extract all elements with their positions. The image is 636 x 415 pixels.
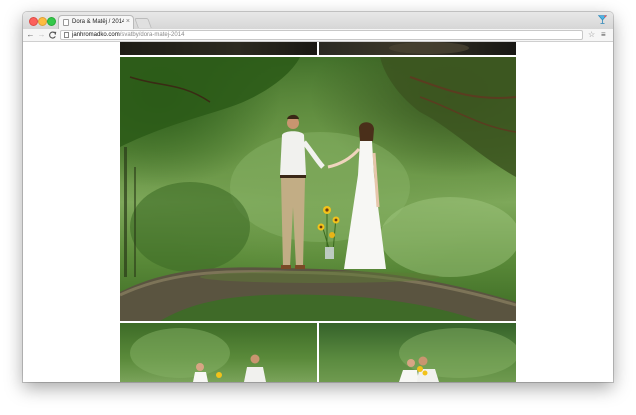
gallery-photo[interactable]	[319, 42, 516, 55]
window-maximize-button[interactable]	[47, 17, 56, 26]
url-path: /svatby/dora-matej-2014	[119, 32, 185, 38]
bookmark-star-icon[interactable]: ☆	[588, 29, 595, 40]
back-arrow-icon[interactable]: ←	[26, 30, 35, 40]
page-icon	[64, 32, 69, 38]
url-text[interactable]: janhromadko.com/svatby/dora-matej-2014	[72, 31, 184, 39]
tab-strip: Dora & Matěj / 2014 - Sv ×	[23, 12, 613, 29]
reload-icon[interactable]	[48, 30, 57, 40]
gallery-photo[interactable]	[120, 42, 317, 55]
gallery-photo[interactable]	[120, 323, 317, 382]
gallery-photo-main[interactable]	[120, 57, 516, 321]
gallery-photo[interactable]	[319, 323, 516, 382]
window-minimize-button[interactable]	[38, 17, 47, 26]
forward-arrow-icon[interactable]: →	[37, 30, 46, 40]
page-content	[23, 42, 613, 382]
new-tab-button[interactable]	[134, 18, 152, 28]
tab-title: Dora & Matěj / 2014 - Sv	[72, 19, 124, 25]
browser-window: Dora & Matěj / 2014 - Sv × ← → janhromad…	[23, 12, 613, 382]
page-icon	[63, 19, 69, 26]
menu-icon[interactable]: ≡	[601, 29, 606, 40]
url-host: janhromadko.com	[72, 32, 120, 38]
tab-close-icon[interactable]: ×	[126, 17, 130, 27]
browser-toolbar: ← → janhromadko.com/svatby/dora-matej-20…	[23, 29, 613, 42]
cocktail-glass-icon[interactable]	[597, 14, 608, 25]
window-close-button[interactable]	[29, 17, 38, 26]
address-bar[interactable]: janhromadko.com/svatby/dora-matej-2014	[60, 30, 583, 40]
tab-active[interactable]: Dora & Matěj / 2014 - Sv ×	[58, 15, 134, 29]
